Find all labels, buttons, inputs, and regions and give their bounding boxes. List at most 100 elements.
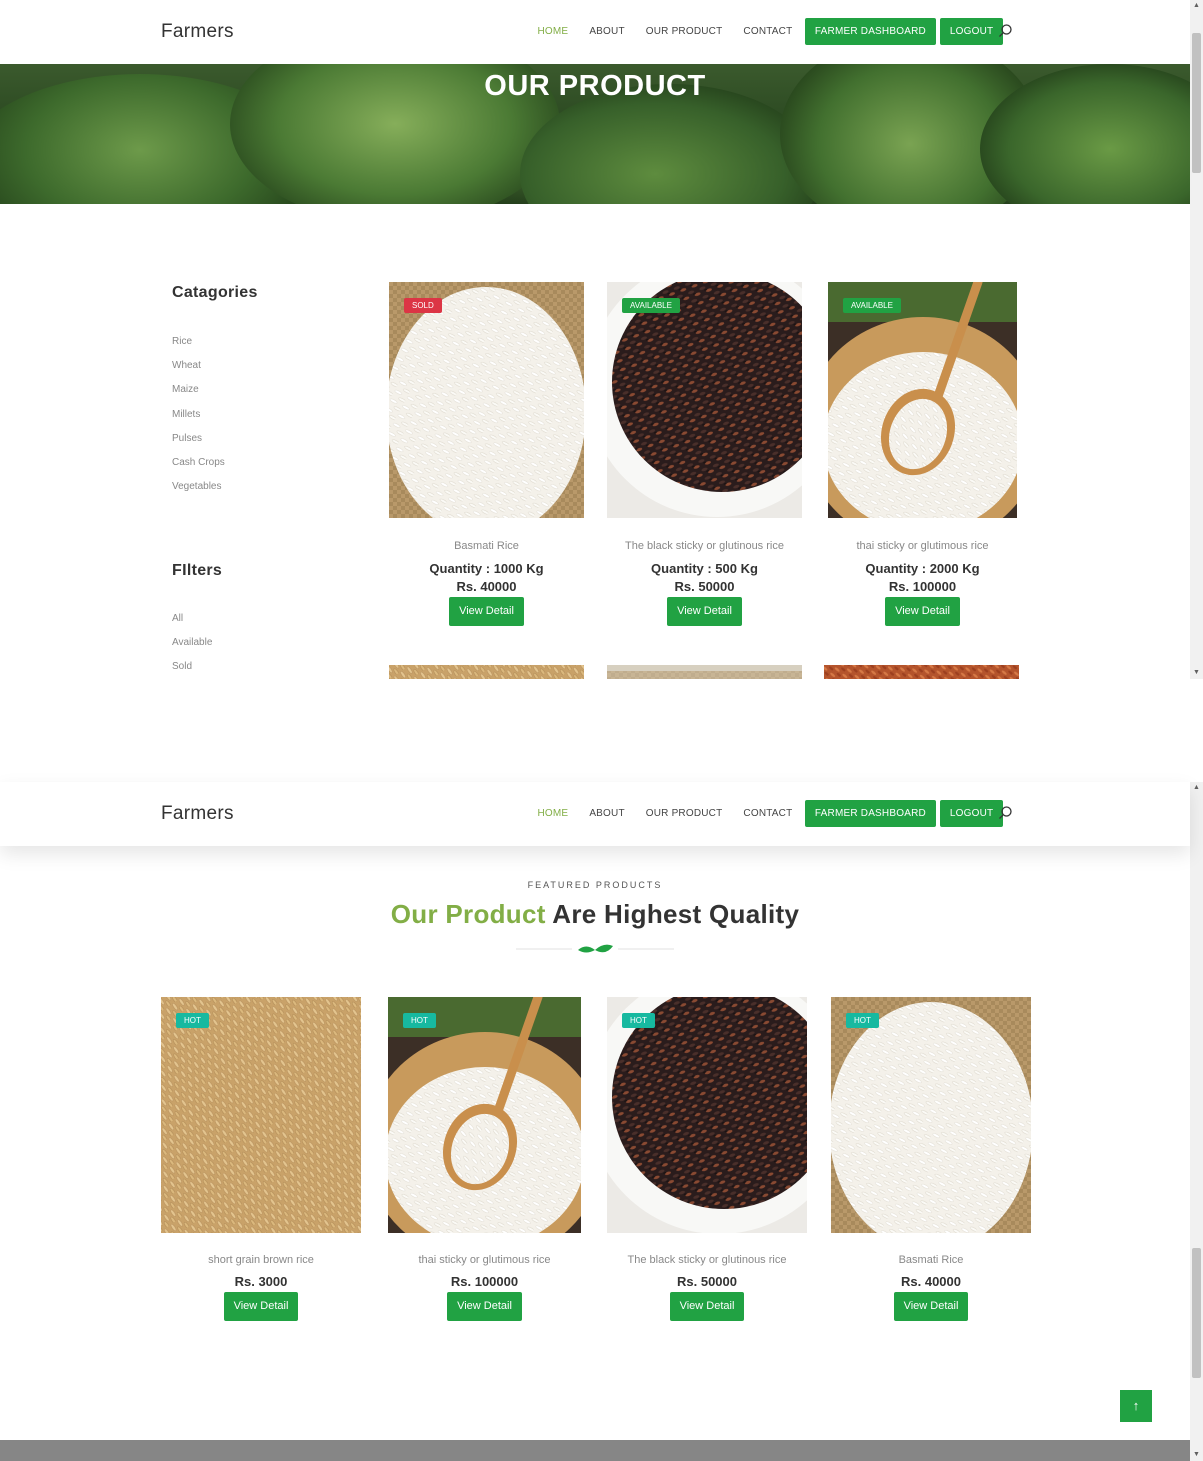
category-item[interactable]: Wheat (172, 360, 225, 384)
featured-title-highlight: Our Product (390, 899, 546, 929)
nav-our-product[interactable]: OUR PRODUCT (635, 808, 733, 819)
product-image[interactable]: AVAILABLE (607, 282, 802, 518)
filter-item[interactable]: Available (172, 637, 212, 661)
category-item[interactable]: Maize (172, 384, 225, 408)
categories-heading: Catagories (172, 284, 258, 301)
view-detail-button[interactable]: View Detail (667, 597, 742, 626)
status-badge: SOLD (404, 298, 442, 313)
hot-badge: HOT (403, 1013, 436, 1028)
scroll-down-arrow[interactable]: ▼ (1190, 667, 1203, 679)
category-item[interactable]: Cash Crops (172, 457, 225, 481)
product-image[interactable]: HOT (831, 997, 1031, 1233)
category-item[interactable]: Vegetables (172, 481, 225, 505)
product-name[interactable]: Basmati Rice (831, 1254, 1031, 1266)
product-image[interactable]: HOT (388, 997, 581, 1233)
product-price: Rs. 3000 (234, 1274, 288, 1289)
product-image-partial[interactable] (389, 665, 584, 679)
product-price: Rs. 50000 (677, 1274, 737, 1289)
product-name[interactable]: Basmati Rice (389, 540, 584, 552)
category-item[interactable]: Pulses (172, 433, 225, 457)
product-card: AVAILABLE The black sticky or glutinous … (607, 282, 802, 626)
product-name[interactable]: thai sticky or glutimous rice (388, 1254, 581, 1266)
scroll-up-arrow[interactable]: ▲ (1190, 0, 1203, 12)
featured-card: HOT thai sticky or glutimous rice Rs. 10… (388, 997, 581, 1321)
filters-heading: FIlters (172, 562, 223, 579)
category-item[interactable]: Rice (172, 336, 225, 360)
hot-badge: HOT (846, 1013, 879, 1028)
view-detail-button[interactable]: View Detail (885, 597, 960, 626)
featured-title-rest: Are Highest Quality (545, 899, 800, 929)
scrollbar[interactable]: ▲ ▼ (1190, 0, 1203, 679)
filters-list: All Available Sold (172, 613, 212, 686)
view-detail-button[interactable]: View Detail (449, 597, 524, 626)
footer (0, 1440, 1190, 1461)
product-image-partial[interactable] (607, 665, 802, 679)
logout-button[interactable]: LOGOUT (939, 18, 1004, 45)
hero-banner: OUR PRODUCT (0, 64, 1190, 204)
product-quantity: Quantity : 2000 Kg (865, 561, 980, 576)
leaf-divider-icon (516, 944, 674, 953)
scroll-thumb[interactable] (1192, 1248, 1201, 1378)
search-icon[interactable] (997, 805, 1013, 821)
product-image[interactable]: AVAILABLE (828, 282, 1017, 518)
status-badge: AVAILABLE (622, 298, 680, 313)
product-name[interactable]: short grain brown rice (161, 1254, 361, 1266)
product-price: Rs. 40000 (901, 1274, 961, 1289)
featured-card: HOT Basmati Rice Rs. 40000 View Detail (831, 997, 1031, 1321)
hot-badge: HOT (622, 1013, 655, 1028)
product-name[interactable]: The black sticky or glutinous rice (607, 1254, 807, 1266)
product-card: AVAILABLE thai sticky or glutimous rice … (828, 282, 1017, 626)
featured-subheading: FEATURED PRODUCTS (527, 880, 663, 890)
view-detail-button[interactable]: View Detail (669, 1292, 745, 1321)
farmer-dashboard-button[interactable]: FARMER DASHBOARD (804, 18, 936, 45)
scrollbar[interactable]: ▲ ▼ (1190, 782, 1203, 1461)
main-nav: HOME ABOUT OUR PRODUCT CONTACT FARMER DA… (527, 800, 1004, 827)
product-image-partial[interactable] (824, 665, 1019, 679)
nav-home[interactable]: HOME (527, 808, 579, 819)
product-image[interactable]: SOLD (389, 282, 584, 518)
brand-logo[interactable]: Farmers (161, 21, 234, 43)
brand-logo[interactable]: Farmers (161, 803, 234, 825)
hero-title: OUR PRODUCT (484, 70, 706, 102)
site-header-sticky: Farmers HOME ABOUT OUR PRODUCT CONTACT F… (0, 782, 1190, 846)
site-header: Farmers HOME ABOUT OUR PRODUCT CONTACT F… (0, 0, 1190, 64)
nav-home[interactable]: HOME (527, 26, 579, 37)
product-quantity: Quantity : 1000 Kg (429, 561, 544, 576)
product-image[interactable]: HOT (607, 997, 807, 1233)
featured-card: HOT short grain brown rice Rs. 3000 View… (161, 997, 361, 1321)
scroll-up-arrow[interactable]: ▲ (1190, 782, 1203, 794)
logout-button[interactable]: LOGOUT (939, 800, 1004, 827)
nav-our-product[interactable]: OUR PRODUCT (635, 26, 733, 37)
arrow-up-icon: ↑ (1132, 1398, 1140, 1413)
product-card: SOLD Basmati Rice Quantity : 1000 Kg Rs.… (389, 282, 584, 626)
categories-list: Rice Wheat Maize Millets Pulses Cash Cro… (172, 336, 225, 505)
view-detail-button[interactable]: View Detail (893, 1292, 969, 1321)
product-price: Rs. 50000 (674, 579, 735, 594)
status-badge: AVAILABLE (843, 298, 901, 313)
nav-about[interactable]: ABOUT (579, 26, 635, 37)
featured-title: Our Product Are Highest Quality (0, 899, 1190, 930)
featured-card: HOT The black sticky or glutinous rice R… (607, 997, 807, 1321)
main-nav: HOME ABOUT OUR PRODUCT CONTACT FARMER DA… (527, 18, 1004, 45)
search-icon[interactable] (997, 23, 1013, 39)
filter-item[interactable]: Sold (172, 661, 212, 685)
category-item[interactable]: Millets (172, 409, 225, 433)
filter-item[interactable]: All (172, 613, 212, 637)
product-image[interactable]: HOT (161, 997, 361, 1233)
nav-about[interactable]: ABOUT (579, 808, 635, 819)
hot-badge: HOT (176, 1013, 209, 1028)
product-name[interactable]: thai sticky or glutimous rice (828, 540, 1017, 552)
view-detail-button[interactable]: View Detail (447, 1292, 522, 1321)
product-price: Rs. 100000 (450, 1274, 519, 1289)
product-name[interactable]: The black sticky or glutinous rice (607, 540, 802, 552)
product-quantity: Quantity : 500 Kg (651, 561, 758, 576)
nav-contact[interactable]: CONTACT (733, 808, 803, 819)
scroll-to-top-button[interactable]: ↑ (1120, 1390, 1152, 1422)
scroll-thumb[interactable] (1192, 33, 1201, 173)
product-price: Rs. 100000 (888, 579, 957, 594)
scroll-down-arrow[interactable]: ▼ (1190, 1449, 1203, 1461)
view-detail-button[interactable]: View Detail (223, 1292, 299, 1321)
nav-contact[interactable]: CONTACT (733, 26, 803, 37)
product-price: Rs. 40000 (456, 579, 517, 594)
farmer-dashboard-button[interactable]: FARMER DASHBOARD (804, 800, 936, 827)
